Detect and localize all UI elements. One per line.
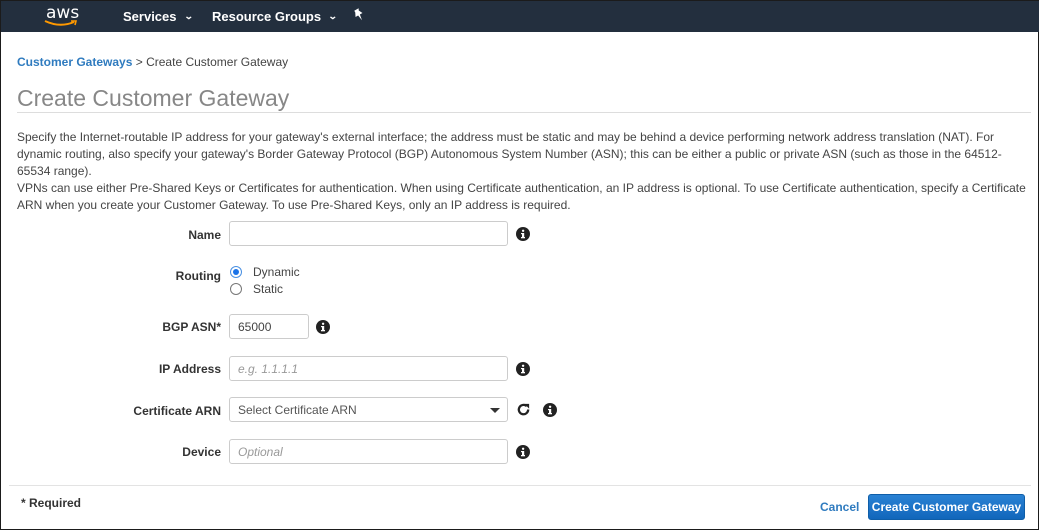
breadcrumb-current: Create Customer Gateway	[146, 55, 289, 69]
services-menu[interactable]: Services ⌄	[123, 9, 194, 24]
info-icon[interactable]	[516, 445, 530, 459]
ip-address-input[interactable]	[229, 356, 508, 381]
info-icon[interactable]	[516, 362, 530, 376]
top-navigation-bar: aws Services ⌄ Resource Groups ⌄	[1, 1, 1039, 32]
chevron-down-icon: ⌄	[183, 11, 194, 21]
name-input[interactable]	[229, 221, 508, 246]
routing-static-radio[interactable]: Static	[230, 282, 283, 296]
routing-label: Routing	[175, 269, 221, 283]
description-paragraph: Specify the Internet-routable IP address…	[17, 130, 1002, 178]
info-icon[interactable]	[316, 320, 330, 334]
cancel-button[interactable]: Cancel	[820, 500, 859, 514]
radio-button[interactable]	[230, 283, 242, 295]
bgp-asn-label: BGP ASN*	[162, 320, 221, 334]
certificate-arn-select[interactable]: Select Certificate ARN	[229, 397, 508, 422]
info-icon[interactable]	[516, 227, 530, 241]
name-label: Name	[188, 228, 221, 242]
device-label: Device	[182, 445, 221, 459]
page-title: Create Customer Gateway	[17, 85, 290, 111]
info-icon[interactable]	[543, 403, 557, 417]
chevron-down-icon: ⌄	[327, 11, 338, 21]
routing-dynamic-radio[interactable]: Dynamic	[230, 265, 300, 279]
required-note: * Required	[21, 496, 82, 510]
bgp-asn-input[interactable]	[229, 314, 309, 339]
description-paragraph: VPNs can use either Pre-Shared Keys or C…	[17, 181, 1026, 212]
ip-address-label: IP Address	[158, 362, 221, 376]
breadcrumb-customer-gateways[interactable]: Customer Gateways	[17, 55, 132, 69]
create-customer-gateway-button[interactable]: Create Customer Gateway	[868, 494, 1025, 520]
footer-divider	[9, 485, 1031, 486]
resource-groups-menu[interactable]: Resource Groups ⌄	[212, 9, 338, 24]
aws-smile-icon	[44, 20, 78, 26]
breadcrumb-separator: >	[135, 55, 143, 69]
breadcrumb: Customer Gateways > Create Customer Gate…	[17, 55, 288, 69]
certificate-arn-label: Certificate ARN	[133, 404, 221, 418]
dropdown-arrow-icon	[490, 408, 500, 413]
refresh-icon[interactable]	[516, 402, 531, 417]
title-divider	[17, 112, 1031, 113]
aws-logo[interactable]: aws	[44, 3, 84, 29]
pin-icon[interactable]	[353, 8, 365, 25]
device-input[interactable]	[229, 439, 508, 464]
radio-button-checked[interactable]	[230, 266, 242, 278]
